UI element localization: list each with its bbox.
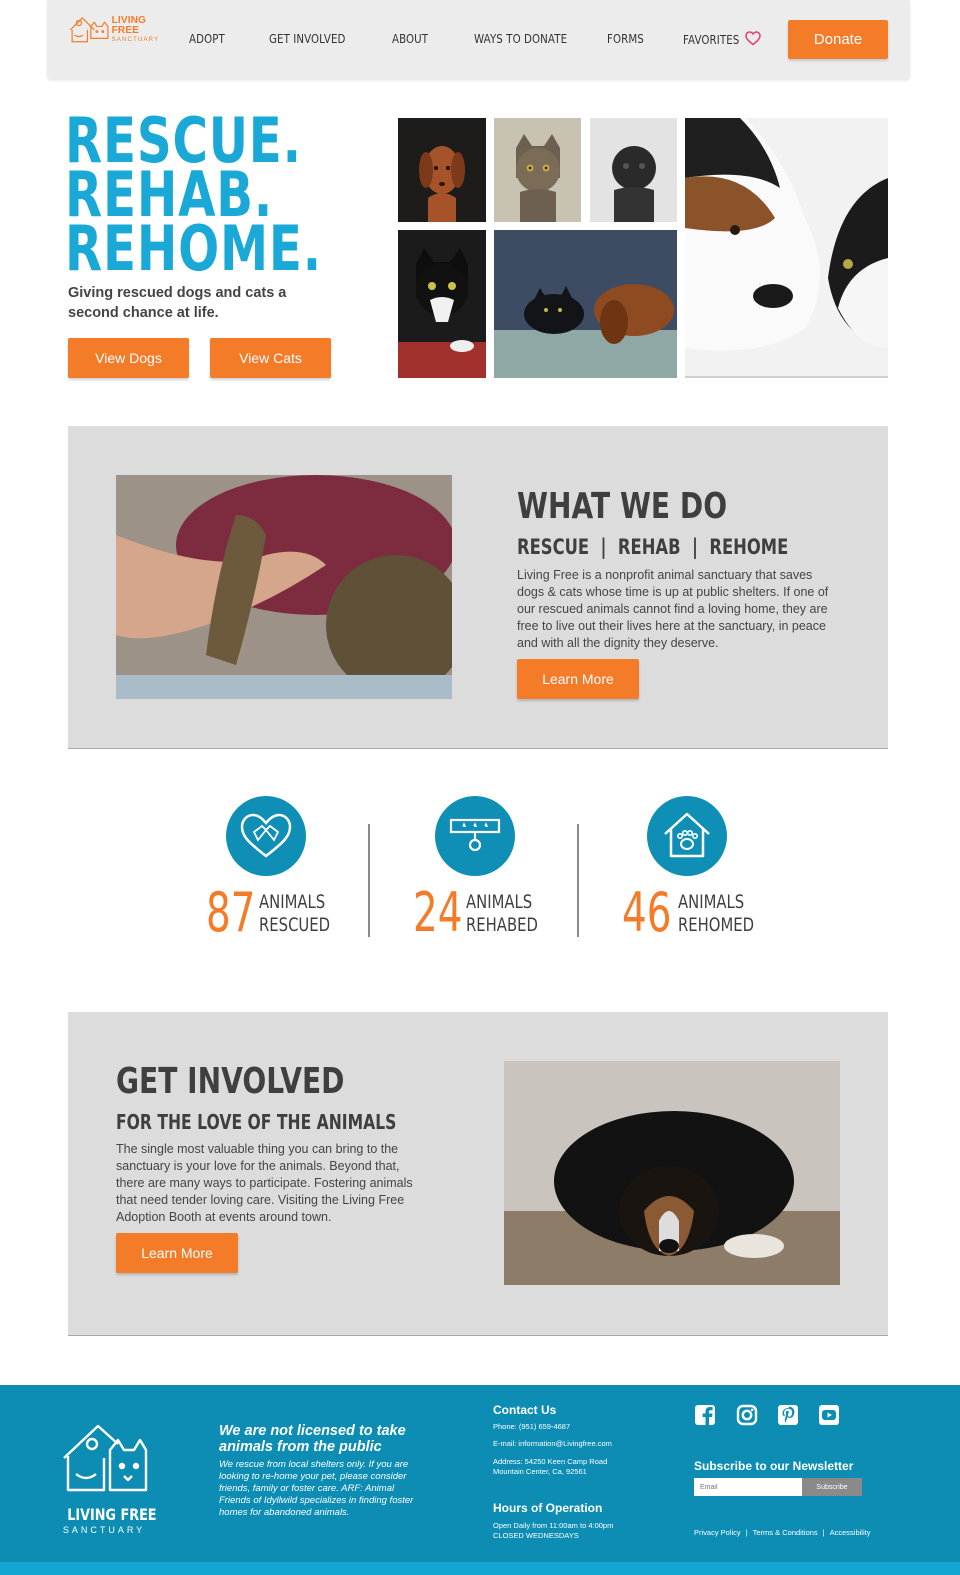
site-logo[interactable]: LIVING FREE SANCTUARY <box>67 8 167 50</box>
footer-hours-heading: Hours of Operation <box>493 1501 603 1515</box>
footer-link-separator: | <box>822 1528 825 1537</box>
logo-line-2: SANCTUARY <box>111 36 160 43</box>
hero-subtitle: Giving rescued dogs and cats a second ch… <box>68 285 287 321</box>
footer-phone[interactable]: Phone: (951) 659-4687 <box>493 1422 570 1432</box>
footer-logo-line-2: SANCTUARY <box>62 1525 146 1535</box>
cat-and-spaniel-photo <box>494 230 677 378</box>
what-we-do-subtitle: RESCUE | REHAB | REHOME <box>517 535 789 559</box>
nav-item-adopt[interactable]: ADOPT <box>189 31 225 46</box>
view-cats-button[interactable]: View Cats <box>210 338 331 378</box>
stat-rehomed-label: ANIMALS REHOMED <box>678 891 754 937</box>
terms-link[interactable]: Terms & Conditions <box>753 1528 818 1537</box>
footer-bottom-strip <box>0 1562 960 1575</box>
footer-links: Privacy Policy | Terms & Conditions | Access… <box>694 1528 870 1537</box>
stat-rehabed-number: 24 <box>413 881 463 944</box>
heart-icon[interactable] <box>745 31 761 46</box>
nav-item-ways-to-donate[interactable]: WAYS TO DONATE <box>474 31 567 46</box>
footer-notice-heading: We are not licensed to take animals from… <box>219 1423 406 1455</box>
footer-hours-line-1: Open Daily from 11:00am to 4:00pm <box>493 1521 614 1530</box>
get-involved-learn-more-button[interactable]: Learn More <box>116 1233 238 1273</box>
stat-rescued-number: 87 <box>206 881 256 944</box>
get-involved-body: The single most valuable thing you can b… <box>116 1142 413 1224</box>
what-we-do-learn-more-button[interactable]: Learn More <box>517 659 639 699</box>
donate-button[interactable]: Donate <box>788 20 888 59</box>
what-we-do-body: Living Free is a nonprofit animal sanctu… <box>517 568 829 650</box>
footer-logo[interactable]: LIVING FREE SANCTUARY <box>58 1420 157 1535</box>
get-involved-title: GET INVOLVED <box>116 1061 345 1102</box>
stat-rehomed-number: 46 <box>622 881 672 944</box>
top-nav: LIVING FREE SANCTUARY ADOPT GET INVOLVED… <box>47 0 910 80</box>
subscribe-button[interactable]: Subscribe <box>802 1478 862 1496</box>
dog-cat-faceoff-photo <box>685 118 888 378</box>
stat-rehabed-label: ANIMALS REHABED <box>466 891 538 937</box>
nav-item-favorites[interactable]: FAVORITES <box>683 31 752 49</box>
logo-mark-icon <box>69 17 109 43</box>
stat-rescued-label: ANIMALS RESCUED <box>259 891 330 937</box>
stat-label-line: REHOMED <box>678 914 755 936</box>
tuxedo-cat-photo <box>398 230 486 378</box>
footer-logo-line-1: LIVING FREE <box>67 1505 157 1524</box>
what-we-do-title: WHAT WE DO <box>517 486 728 527</box>
hero-title: RESCUE. REHAB. REHOME. <box>65 110 322 285</box>
footer-logo-mark-icon <box>63 1424 148 1492</box>
privacy-policy-link[interactable]: Privacy Policy <box>694 1528 741 1537</box>
pinterest-icon[interactable] <box>777 1404 799 1426</box>
stat-label-line: ANIMALS <box>466 891 533 913</box>
dachshund-photo <box>398 118 486 222</box>
nav-item-forms[interactable]: FORMS <box>607 31 644 46</box>
newsletter-email-input[interactable] <box>694 1478 802 1496</box>
nav-item-about[interactable]: ABOUT <box>392 31 428 46</box>
site-footer: LIVING FREE SANCTUARY We are not license… <box>0 1385 960 1575</box>
instagram-icon[interactable] <box>736 1404 758 1426</box>
favorites-label: FAVORITES <box>683 32 740 47</box>
stat-label-line: RESCUED <box>259 914 331 936</box>
facebook-icon[interactable] <box>694 1404 716 1426</box>
stat-divider <box>577 824 579 937</box>
newsletter-heading: Subscribe to our Newsletter <box>694 1459 854 1473</box>
medical-tag-icon <box>435 796 515 876</box>
footer-address-line-1: Address: 54250 Keen Camp Road <box>493 1457 608 1466</box>
resting-dog-photo <box>504 1061 840 1285</box>
footer-link-separator: | <box>745 1528 748 1537</box>
accessibility-link[interactable]: Accessibility <box>830 1528 871 1537</box>
get-involved-subtitle: FOR THE LOVE OF THE ANIMALS <box>116 1110 397 1134</box>
view-dogs-button[interactable]: View Dogs <box>68 338 189 378</box>
footer-contact-heading: Contact Us <box>493 1403 557 1417</box>
stat-label-line: ANIMALS <box>259 891 326 913</box>
heart-hands-icon <box>226 796 306 876</box>
youtube-icon[interactable] <box>818 1404 840 1426</box>
footer-address-line-2: Mountain Center, Ca, 92561 <box>493 1467 587 1476</box>
footer-hours-line-2: CLOSED WEDNESDAYS <box>493 1531 579 1540</box>
hero-title-line: REHOME. <box>65 212 322 285</box>
logo-line-1: LIVING FREE <box>111 14 147 36</box>
pug-photo <box>590 118 677 222</box>
nav-item-get-involved[interactable]: GET INVOLVED <box>269 31 345 46</box>
stat-divider <box>368 824 370 937</box>
paw-house-icon <box>647 796 727 876</box>
footer-email[interactable]: E-mail: information@Livingfree.com <box>493 1439 612 1449</box>
paw-and-hand-photo <box>116 475 452 699</box>
tabby-cat-photo <box>494 118 581 222</box>
footer-notice-body: We rescue from local shelters only. If y… <box>219 1459 414 1518</box>
stat-label-line: ANIMALS <box>678 891 745 913</box>
stat-label-line: REHABED <box>466 914 538 936</box>
